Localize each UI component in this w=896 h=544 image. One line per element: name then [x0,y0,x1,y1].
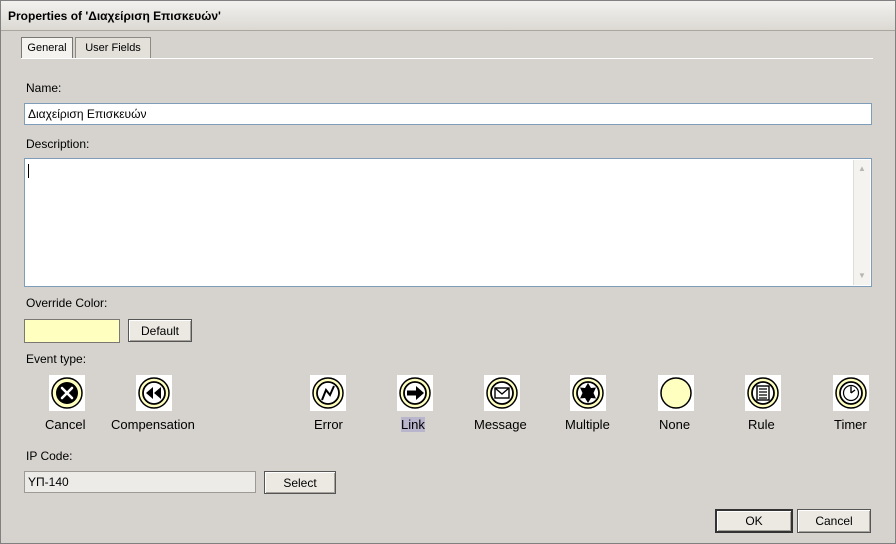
cancel-icon [49,375,85,411]
event-message[interactable]: Message [471,375,535,435]
properties-dialog: Properties of 'Διαχείριση Επισκευών' Gen… [0,0,896,544]
multiple-icon [570,375,606,411]
override-color-label: Override Color: [26,296,108,310]
event-multiple[interactable]: Multiple [564,375,614,435]
select-button[interactable]: Select [264,471,336,494]
event-label-cancel: Cancel [45,417,86,432]
description-label: Description: [26,137,90,151]
name-label: Name: [26,81,62,95]
description-scrollbar[interactable]: ▲ ▼ [853,160,870,285]
dialog-title: Properties of 'Διαχείριση Επισκευών' [8,9,221,23]
timer-icon [833,375,869,411]
description-textarea[interactable]: ▲ ▼ [24,158,872,287]
text-caret [28,164,29,178]
color-swatch[interactable] [24,319,120,343]
event-none[interactable]: None [656,375,696,435]
event-label-none: None [659,417,691,432]
event-label-error: Error [314,417,343,432]
none-icon [658,375,694,411]
name-input[interactable]: Διαχείριση Επισκευών [24,103,872,125]
cancel-button[interactable]: Cancel [797,509,871,533]
tab-user-fields[interactable]: User Fields [75,37,151,58]
event-error[interactable]: Error [309,375,349,435]
message-icon [484,375,520,411]
scroll-down-icon[interactable]: ▼ [855,269,869,283]
tab-general[interactable]: General [21,37,73,59]
event-label-rule: Rule [748,417,775,432]
event-rule[interactable]: Rule [743,375,783,435]
error-icon [310,375,346,411]
ok-button[interactable]: OK [715,509,793,533]
compensation-icon [136,375,172,411]
event-compensation[interactable]: Compensation [110,375,200,435]
event-label-multiple: Multiple [565,417,610,432]
title-bar[interactable]: Properties of 'Διαχείριση Επισκευών' [1,1,895,31]
event-label-timer: Timer [834,417,867,432]
rule-icon [745,375,781,411]
event-label-message: Message [474,417,527,432]
event-type-label: Event type: [26,352,87,366]
ip-code-label: IP Code: [26,449,73,463]
event-cancel[interactable]: Cancel [45,375,87,435]
ip-code-field: ΥΠ-140 [24,471,256,493]
tab-divider [21,58,873,59]
scroll-up-icon[interactable]: ▲ [855,162,869,176]
event-link[interactable]: Link [395,375,435,435]
event-timer[interactable]: Timer [831,375,871,435]
link-icon [397,375,433,411]
event-label-compensation: Compensation [111,417,195,432]
default-color-button[interactable]: Default [128,319,192,342]
event-label-link: Link [401,417,425,432]
